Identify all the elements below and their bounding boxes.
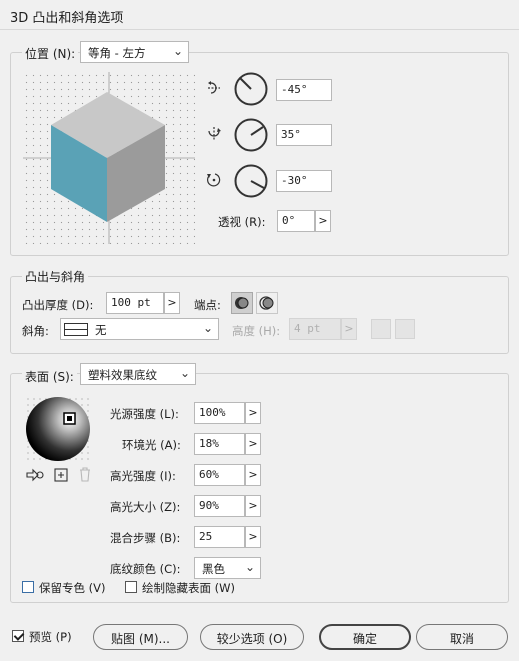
x-rotation-dial[interactable] xyxy=(234,72,268,106)
ok-button[interactable]: 确定 xyxy=(319,624,411,650)
highlight-size-slider-button[interactable]: > xyxy=(245,495,261,517)
cap-off-button[interactable] xyxy=(256,292,278,314)
title-bar: 3D 凸出和斜角选项 xyxy=(0,0,519,30)
extrude-depth-slider-button[interactable]: > xyxy=(164,292,180,314)
preserve-spot-label[interactable]: 保留专色 (V) xyxy=(39,580,106,596)
cap-on-button[interactable] xyxy=(231,292,253,314)
rotate-y-icon xyxy=(208,127,221,141)
position-preset-dropdown[interactable]: 等角 - 左方 ⌄ xyxy=(80,41,189,63)
perspective-slider-button[interactable]: > xyxy=(315,210,331,232)
light-intensity-label: 光源强度 (L): xyxy=(110,407,179,421)
surface-label: 表面 (S): xyxy=(22,368,77,385)
cancel-button[interactable]: 取消 xyxy=(416,624,508,650)
position-preset-value: 等角 - 左方 xyxy=(88,46,146,60)
preserve-spot-checkbox[interactable] xyxy=(22,581,34,593)
ambient-light-label: 环境光 (A): xyxy=(122,438,181,452)
map-art-button[interactable]: 贴图 (M)... xyxy=(93,624,188,650)
blend-steps-slider-button[interactable]: > xyxy=(245,526,261,548)
chevron-down-icon: ⌄ xyxy=(172,44,183,58)
rotate-x-icon xyxy=(208,81,220,94)
bevel-extent-out-icon[interactable] xyxy=(395,319,415,339)
z-rotation-input[interactable]: -30° xyxy=(276,170,332,192)
extrude-depth-label: 凸出厚度 (D): xyxy=(22,298,94,312)
rotate-z-icon xyxy=(207,173,221,187)
z-rotation-dial[interactable] xyxy=(234,164,268,198)
y-rotation-input[interactable]: 35° xyxy=(276,124,332,146)
highlight-size-input[interactable]: 90% xyxy=(194,495,245,517)
bevel-none-icon xyxy=(64,323,88,336)
y-rotation-dial[interactable] xyxy=(234,118,268,152)
fewer-options-button[interactable]: 较少选项 (O) xyxy=(200,624,304,650)
extrude-bevel-title: 凸出与斜角 xyxy=(22,268,89,285)
blend-steps-label: 混合步骤 (B): xyxy=(110,531,181,545)
draw-hidden-label[interactable]: 绘制隐藏表面 (W) xyxy=(142,580,235,596)
lighting-sphere-area[interactable] xyxy=(25,396,91,462)
highlight-intensity-input[interactable]: 60% xyxy=(194,464,245,486)
shading-color-value: 黑色 xyxy=(202,562,225,576)
cube-graphic[interactable] xyxy=(23,72,195,244)
ambient-light-slider-button[interactable]: > xyxy=(245,433,261,455)
highlight-intensity-label: 高光强度 (I): xyxy=(110,469,176,483)
preview-checkbox[interactable] xyxy=(12,630,24,642)
blend-steps-input[interactable]: 25 xyxy=(194,526,245,548)
chevron-down-icon: ⌄ xyxy=(244,560,255,574)
extrude-depth-input[interactable]: 100 pt xyxy=(106,292,164,314)
new-light-icon[interactable] xyxy=(54,468,68,482)
bevel-extent-in-icon[interactable] xyxy=(371,319,391,339)
cube-preview[interactable] xyxy=(23,72,195,244)
bevel-value: 无 xyxy=(95,323,107,337)
chevron-down-icon: ⌄ xyxy=(202,321,213,335)
move-light-back-icon[interactable] xyxy=(26,468,44,482)
chevron-down-icon: ⌄ xyxy=(179,366,190,380)
cap-off-icon xyxy=(259,296,274,310)
position-label: 位置 (N): xyxy=(22,45,79,62)
draw-hidden-checkbox[interactable] xyxy=(125,581,137,593)
bevel-label: 斜角: xyxy=(22,324,49,338)
lighting-sphere[interactable] xyxy=(25,396,91,462)
ambient-light-input[interactable]: 18% xyxy=(194,433,245,455)
shading-color-dropdown[interactable]: 黑色 ⌄ xyxy=(194,557,261,579)
surface-type-value: 塑料效果底纹 xyxy=(88,368,157,382)
preview-label[interactable]: 预览 (P) xyxy=(29,629,72,645)
dialog-title: 3D 凸出和斜角选项 xyxy=(10,11,124,26)
highlight-intensity-slider-button[interactable]: > xyxy=(245,464,261,486)
cap-on-icon xyxy=(235,297,249,309)
bevel-height-label: 高度 (H): xyxy=(232,324,281,338)
perspective-input[interactable]: 0° xyxy=(277,210,315,232)
shading-color-label: 底纹颜色 (C): xyxy=(110,562,181,576)
surface-type-dropdown[interactable]: 塑料效果底纹 ⌄ xyxy=(80,363,196,385)
highlight-size-label: 高光大小 (Z): xyxy=(110,500,181,514)
x-rotation-input[interactable]: -45° xyxy=(276,79,332,101)
light-intensity-slider-button[interactable]: > xyxy=(245,402,261,424)
cap-label: 端点: xyxy=(194,298,221,312)
light-intensity-input[interactable]: 100% xyxy=(194,402,245,424)
bevel-height-slider-button[interactable]: > xyxy=(341,318,357,340)
delete-light-icon[interactable] xyxy=(79,467,91,482)
perspective-label: 透视 (R): xyxy=(218,215,266,229)
bevel-height-input[interactable]: 4 pt xyxy=(289,318,341,340)
